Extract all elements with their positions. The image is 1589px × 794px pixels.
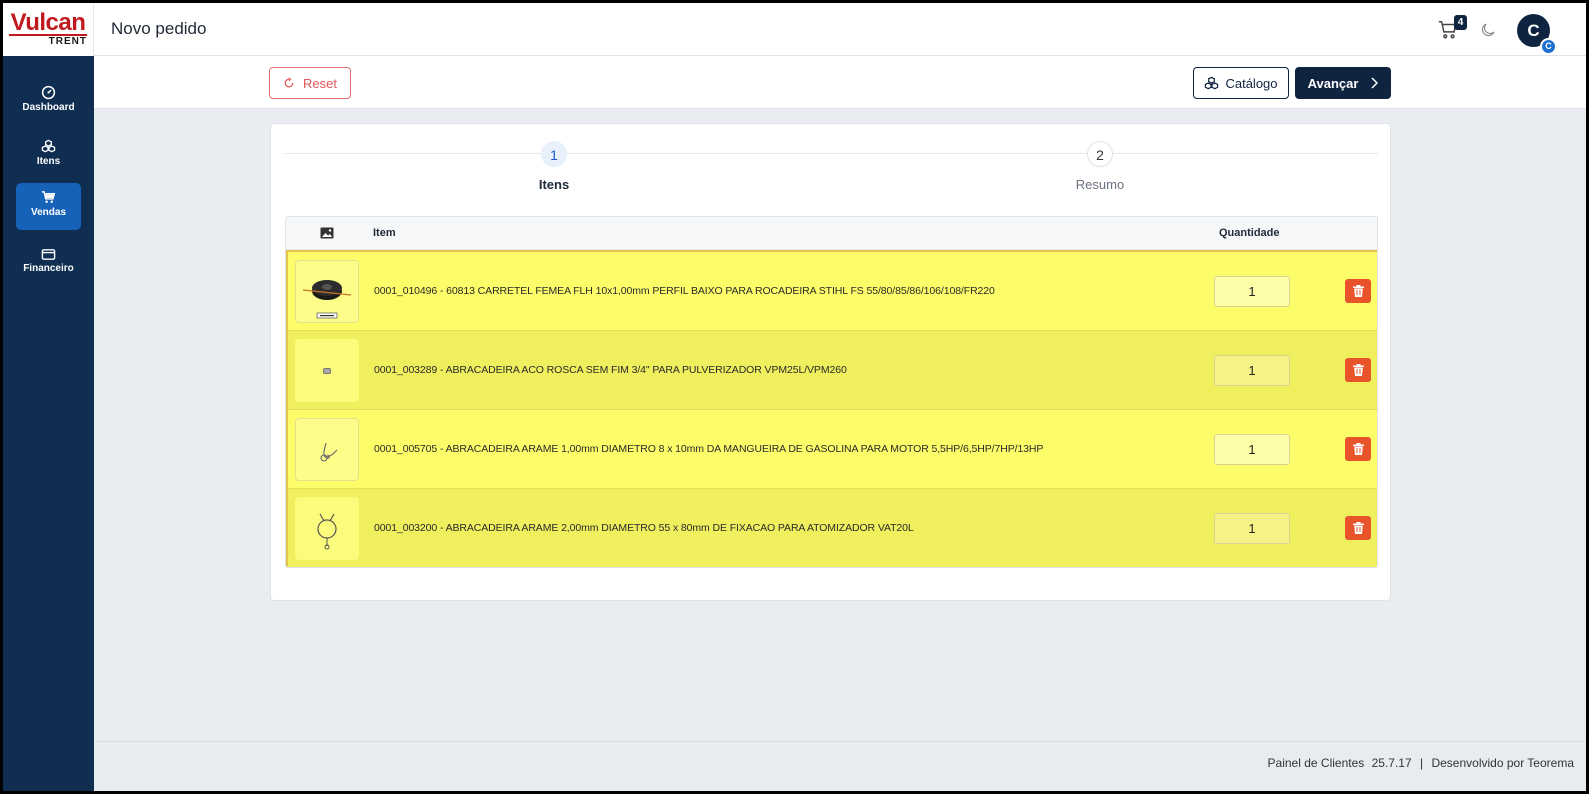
sidebar-item-itens[interactable]: Itens [16, 132, 81, 179]
top-header: Vulcan TRENT Novo pedido 4 C C [3, 3, 1586, 56]
reset-button[interactable]: Reset [269, 67, 351, 99]
wire-clamp-product-image [300, 422, 354, 477]
steps-connector [285, 153, 1378, 154]
image-icon [320, 227, 334, 239]
footer: Painel de Clientes 25.7.17 | Desenvolvid… [94, 741, 1586, 791]
dark-mode-moon-icon[interactable] [1479, 21, 1497, 39]
table-body: 0001_010496 - 60813 CARRETEL FEMEA FLH 1… [286, 250, 1377, 567]
ring-clamp-product-image [300, 501, 354, 556]
avatar-badge: C [1540, 38, 1557, 55]
sidebar-item-label: Vendas [30, 207, 67, 218]
delete-button[interactable] [1345, 358, 1371, 382]
step-2-circle[interactable]: 2 [1087, 141, 1113, 167]
footer-text: Painel de Clientes 25.7.17 | Desenvolvid… [1268, 756, 1574, 770]
sidebar-item-label: Itens [36, 156, 61, 167]
reset-label: Reset [303, 75, 337, 91]
page-title: Novo pedido [111, 19, 207, 38]
chevron-right-icon [1371, 77, 1379, 89]
avancar-label: Avançar [1307, 75, 1359, 91]
sidebar-item-label: Financeiro [23, 263, 74, 274]
quantity-field[interactable]: 1 [1214, 434, 1290, 465]
trash-icon [1352, 522, 1364, 534]
logo-sub-text: TRENT [48, 36, 87, 47]
table-row[interactable]: 0001_003289 - ABRACADEIRA ACO ROSCA SEM … [288, 331, 1377, 410]
delete-button[interactable] [1345, 437, 1371, 461]
product-thumbnail[interactable] [295, 260, 359, 323]
spool-product-image [300, 264, 354, 319]
refresh-icon [284, 77, 294, 88]
vulcan-logo[interactable]: Vulcan TRENT [3, 3, 94, 56]
footer-app-name: Painel de Clientes [1267, 756, 1365, 770]
product-thumbnail[interactable] [295, 418, 359, 481]
sidebar-item-vendas[interactable]: Vendas [16, 183, 81, 230]
trash-icon [1352, 364, 1364, 376]
table-row[interactable]: 0001_003200 - ABRACADEIRA ARAME 2,00mm D… [288, 489, 1377, 567]
item-description: 0001_010496 - 60813 CARRETEL FEMEA FLH 1… [374, 285, 995, 297]
step-2-label[interactable]: Resumo [1040, 177, 1160, 192]
order-card: 1 2 Itens Resumo Item Quantidade 0001_01… [270, 123, 1391, 601]
trash-icon [1352, 285, 1364, 297]
quantity-field[interactable]: 1 [1214, 513, 1290, 544]
sidebar-item-label: Dashboard [22, 102, 75, 113]
item-description: 0001_003200 - ABRACADEIRA ARAME 2,00mm D… [374, 522, 914, 534]
logo-main-text: Vulcan [8, 9, 88, 36]
clamp-product-image [300, 343, 354, 398]
quantity-field[interactable]: 1 [1214, 276, 1290, 307]
catalogo-button[interactable]: Catálogo [1193, 67, 1289, 99]
table-header: Item Quantidade [286, 217, 1377, 250]
delete-button[interactable] [1345, 516, 1371, 540]
app-frame: Vulcan TRENT Novo pedido 4 C C Dashboard [3, 3, 1586, 791]
cart-icon [41, 191, 56, 203]
product-thumbnail[interactable] [295, 497, 359, 560]
item-description: 0001_005705 - ABRACADEIRA ARAME 1,00mm D… [374, 443, 1044, 455]
catalogo-label: Catálogo [1225, 75, 1278, 91]
items-table: Item Quantidade 0001_010496 - 60813 CARR… [285, 216, 1378, 568]
wallet-icon [41, 249, 56, 260]
quantity-field[interactable]: 1 [1214, 355, 1290, 386]
cart-count-badge: 4 [1454, 15, 1467, 30]
footer-version: 25.7.17 [1371, 756, 1412, 770]
avancar-button[interactable]: Avançar [1295, 67, 1391, 99]
cubes-icon [1205, 76, 1219, 89]
trash-icon [1352, 443, 1364, 455]
step-1-label[interactable]: Itens [494, 177, 614, 192]
sidebar-item-dashboard[interactable]: Dashboard [16, 78, 81, 125]
table-row[interactable]: 0001_010496 - 60813 CARRETEL FEMEA FLH 1… [288, 252, 1377, 331]
footer-separator: | [1420, 756, 1424, 770]
table-row[interactable]: 0001_005705 - ABRACADEIRA ARAME 1,00mm D… [288, 410, 1377, 489]
sidebar: Dashboard Itens Vendas Financeiro [3, 56, 94, 791]
column-header-item: Item [373, 227, 396, 239]
item-description: 0001_003289 - ABRACADEIRA ACO ROSCA SEM … [374, 364, 847, 376]
step-1-circle[interactable]: 1 [541, 141, 567, 167]
footer-developer: Desenvolvido por Teorema [1431, 756, 1574, 770]
product-thumbnail[interactable] [295, 339, 359, 402]
gauge-icon [41, 85, 56, 100]
sidebar-item-financeiro[interactable]: Financeiro [16, 240, 81, 287]
action-toolbar: Reset Catálogo Avançar [94, 56, 1586, 109]
cubes-icon [41, 139, 56, 153]
column-header-quantity: Quantidade [1219, 227, 1280, 239]
delete-button[interactable] [1345, 279, 1371, 303]
